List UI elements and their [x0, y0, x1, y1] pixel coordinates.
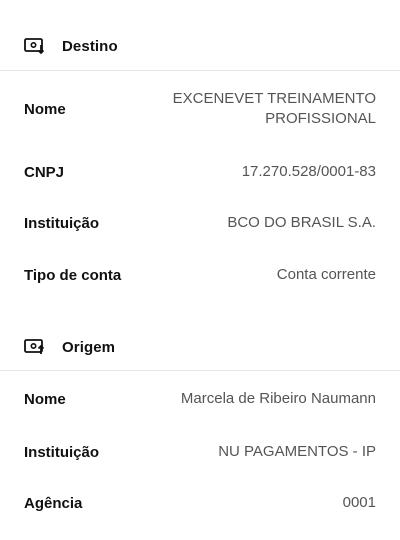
destino-row-instituicao: Instituição BCO DO BRASIL S.A.: [0, 197, 400, 249]
destino-nome-line1: EXCENEVET TREINAMENTO: [172, 90, 376, 107]
transfer-in-icon: [24, 37, 46, 55]
origem-row-instituicao: Instituição NU PAGAMENTOS - IP: [0, 427, 400, 477]
origem-instituicao-label: Instituição: [24, 443, 100, 461]
origem-nome-label: Nome: [24, 390, 66, 408]
destino-instituicao-label: Instituição: [24, 214, 100, 232]
destino-nome-line2: PROFISSIONAL: [265, 110, 376, 127]
destino-row-cnpj: CNPJ 17.270.528/0001-83: [0, 147, 400, 197]
origem-nome-value: Marcela de Ribeiro Naumann: [180, 390, 376, 407]
destino-nome-label: Nome: [24, 100, 66, 118]
origem-agencia-value: 0001: [342, 494, 376, 511]
destino-cnpj-label: CNPJ: [24, 163, 65, 181]
destino-tipo-conta-value: Conta corrente: [276, 266, 376, 283]
origem-instituicao-value: NU PAGAMENTOS - IP: [218, 443, 376, 460]
destino-section-header: Destino: [0, 24, 400, 68]
origem-section-header: Origem: [0, 324, 400, 370]
origem-row-agencia: Agência 0001: [0, 477, 400, 529]
origem-agencia-label: Agência: [24, 494, 83, 512]
destino-row-nome: Nome EXCENEVET TREINAMENTO PROFISSIONAL: [0, 71, 400, 147]
destino-tipo-conta-label: Tipo de conta: [24, 266, 122, 284]
destino-cnpj-value: 17.270.528/0001-83: [241, 163, 376, 180]
destino-title: Destino: [62, 37, 118, 55]
destino-nome-value: EXCENEVET TREINAMENTO PROFISSIONAL: [173, 89, 376, 129]
transfer-out-icon: [24, 338, 46, 356]
destino-row-tipo-conta: Tipo de conta Conta corrente: [0, 249, 400, 301]
origem-row-nome: Nome Marcela de Ribeiro Naumann: [0, 371, 400, 427]
destino-instituicao-value: BCO DO BRASIL S.A.: [227, 214, 376, 231]
origem-title: Origem: [62, 338, 116, 356]
